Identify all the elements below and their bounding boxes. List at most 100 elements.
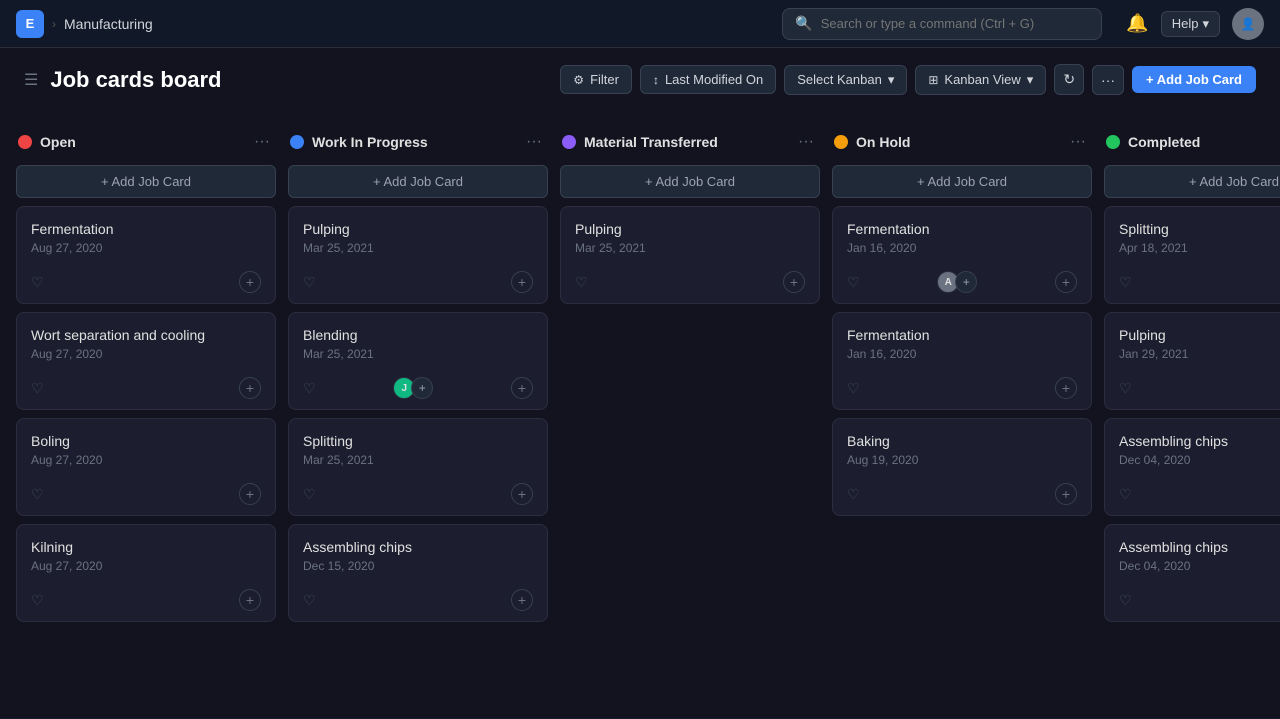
table-row[interactable]: Kilning Aug 27, 2020 ♡ + — [16, 524, 276, 622]
card-actions-left: ♡ — [303, 486, 316, 503]
table-row[interactable]: Assembling chips Dec 04, 2020 ♡ + — [1104, 418, 1280, 516]
card-actions-left: ♡ — [303, 592, 316, 609]
add-card-button-completed[interactable]: + Add Job Card — [1104, 165, 1280, 198]
like-icon[interactable]: ♡ — [31, 592, 44, 609]
bell-icon[interactable]: 🔔 — [1126, 13, 1148, 34]
card-title: Baking — [847, 433, 1077, 449]
like-icon[interactable]: ♡ — [1119, 486, 1132, 503]
like-icon[interactable]: ♡ — [303, 592, 316, 609]
header-actions: ⚙ Filter ↕ Last Modified On Select Kanba… — [560, 64, 1256, 95]
table-row[interactable]: Splitting Apr 18, 2021 ♡ + — [1104, 206, 1280, 304]
card-title: Splitting — [303, 433, 533, 449]
help-label: Help — [1172, 16, 1199, 31]
like-icon[interactable]: ♡ — [303, 486, 316, 503]
card-actions-left: ♡ — [31, 592, 44, 609]
column-dot-wip — [290, 135, 304, 149]
column-title-wip: Work In Progress — [312, 134, 514, 150]
avatar[interactable]: 👤 — [1232, 8, 1264, 40]
card-title: Assembling chips — [1119, 539, 1280, 555]
like-icon[interactable]: ♡ — [31, 380, 44, 397]
chevron-down-icon: ▾ — [1027, 72, 1034, 88]
search-input[interactable] — [821, 16, 1090, 31]
column-header-material-transferred: Material Transferred ··· — [560, 127, 820, 157]
refresh-button[interactable]: ↻ — [1054, 64, 1084, 95]
like-icon[interactable]: ♡ — [575, 274, 588, 291]
column-material-transferred: Material Transferred ··· + Add Job Card … — [560, 127, 820, 702]
card-add-button[interactable]: + — [1055, 483, 1077, 505]
card-add-button[interactable]: + — [1055, 271, 1077, 293]
card-footer: ♡ + — [1119, 377, 1280, 399]
add-assignee-button[interactable]: + — [411, 377, 433, 399]
card-add-button[interactable]: + — [511, 271, 533, 293]
like-icon[interactable]: ♡ — [31, 486, 44, 503]
table-row[interactable]: Boling Aug 27, 2020 ♡ + — [16, 418, 276, 516]
add-assignee-button[interactable]: + — [955, 271, 977, 293]
sort-button[interactable]: ↕ Last Modified On — [640, 65, 776, 94]
card-date: Dec 15, 2020 — [303, 559, 533, 573]
column-on-hold: On Hold ··· + Add Job Card Fermentation … — [832, 127, 1092, 702]
card-title: Fermentation — [847, 221, 1077, 237]
card-add-button[interactable]: + — [783, 271, 805, 293]
card-date: Mar 25, 2021 — [575, 241, 805, 255]
table-row[interactable]: Pulping Mar 25, 2021 ♡ + — [288, 206, 548, 304]
search-box[interactable]: 🔍 — [782, 8, 1102, 40]
add-card-button-material-transferred[interactable]: + Add Job Card — [560, 165, 820, 198]
breadcrumb-sep: › — [52, 17, 56, 31]
like-icon[interactable]: ♡ — [847, 274, 860, 291]
card-actions-left: ♡ — [303, 380, 316, 397]
card-add-button[interactable]: + — [1055, 377, 1077, 399]
card-add-button[interactable]: + — [511, 483, 533, 505]
table-row[interactable]: Fermentation Jan 16, 2020 ♡ A + + — [832, 206, 1092, 304]
card-add-button[interactable]: + — [239, 483, 261, 505]
card-title: Pulping — [575, 221, 805, 237]
table-row[interactable]: Pulping Mar 25, 2021 ♡ + — [560, 206, 820, 304]
card-footer: ♡ + — [303, 589, 533, 611]
card-title: Splitting — [1119, 221, 1280, 237]
card-add-button[interactable]: + — [511, 589, 533, 611]
card-add-button[interactable]: + — [239, 377, 261, 399]
add-job-card-button[interactable]: + Add Job Card — [1132, 66, 1256, 93]
column-more-wip[interactable]: ··· — [522, 131, 546, 153]
table-row[interactable]: Fermentation Aug 27, 2020 ♡ + — [16, 206, 276, 304]
like-icon[interactable]: ♡ — [1119, 380, 1132, 397]
like-icon[interactable]: ♡ — [847, 380, 860, 397]
card-footer: ♡ + — [575, 271, 805, 293]
card-add-button[interactable]: + — [239, 271, 261, 293]
column-more-open[interactable]: ··· — [250, 131, 274, 153]
kanban-board: Open ··· + Add Job Card Fermentation Aug… — [0, 111, 1280, 718]
table-row[interactable]: Fermentation Jan 16, 2020 ♡ + — [832, 312, 1092, 410]
add-card-button-open[interactable]: + Add Job Card — [16, 165, 276, 198]
table-row[interactable]: Blending Mar 25, 2021 ♡ J + + — [288, 312, 548, 410]
hamburger-icon[interactable]: ☰ — [24, 70, 38, 90]
column-completed: Completed ··· + Add Job Card Splitting A… — [1104, 127, 1280, 702]
add-card-button-on-hold[interactable]: + Add Job Card — [832, 165, 1092, 198]
filter-button[interactable]: ⚙ Filter — [560, 65, 632, 94]
like-icon[interactable]: ♡ — [303, 274, 316, 291]
like-icon[interactable]: ♡ — [1119, 274, 1132, 291]
like-icon[interactable]: ♡ — [31, 274, 44, 291]
like-icon[interactable]: ♡ — [303, 380, 316, 397]
column-title-open: Open — [40, 134, 242, 150]
column-more-on-hold[interactable]: ··· — [1066, 131, 1090, 153]
column-wip: Work In Progress ··· + Add Job Card Pulp… — [288, 127, 548, 702]
add-card-button-wip[interactable]: + Add Job Card — [288, 165, 548, 198]
card-add-button[interactable]: + — [239, 589, 261, 611]
card-add-button[interactable]: + — [511, 377, 533, 399]
help-button[interactable]: Help ▾ — [1161, 11, 1220, 37]
table-row[interactable]: Splitting Mar 25, 2021 ♡ + — [288, 418, 548, 516]
more-button[interactable]: ··· — [1092, 65, 1124, 95]
table-row[interactable]: Assembling chips Dec 04, 2020 ♡ + — [1104, 524, 1280, 622]
table-row[interactable]: Wort separation and cooling Aug 27, 2020… — [16, 312, 276, 410]
card-date: Dec 04, 2020 — [1119, 559, 1280, 573]
table-row[interactable]: Assembling chips Dec 15, 2020 ♡ + — [288, 524, 548, 622]
table-row[interactable]: Pulping Jan 29, 2021 ♡ + — [1104, 312, 1280, 410]
card-actions-left: ♡ — [31, 486, 44, 503]
table-row[interactable]: Baking Aug 19, 2020 ♡ + — [832, 418, 1092, 516]
select-kanban-button[interactable]: Select Kanban ▾ — [784, 65, 907, 95]
kanban-view-button[interactable]: ⊞ Kanban View ▾ — [915, 65, 1046, 95]
column-more-material-transferred[interactable]: ··· — [794, 131, 818, 153]
like-icon[interactable]: ♡ — [1119, 592, 1132, 609]
card-date: Aug 19, 2020 — [847, 453, 1077, 467]
card-actions-left: ♡ — [575, 274, 588, 291]
like-icon[interactable]: ♡ — [847, 486, 860, 503]
